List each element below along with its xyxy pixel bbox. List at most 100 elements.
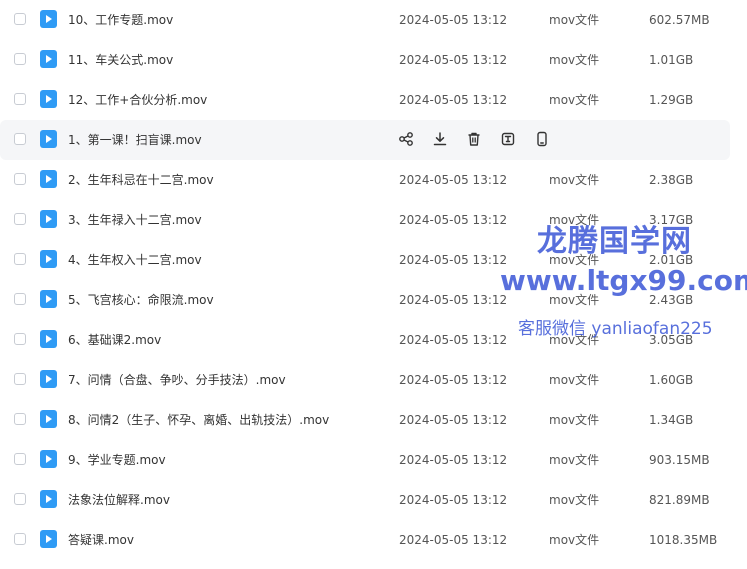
file-size: 1.60GB [649,373,694,387]
file-name[interactable]: 7、问情（合盘、争吵、分手技法）.mov [68,360,286,400]
file-type: mov文件 [549,173,600,187]
table-row[interactable]: 答疑课.mov 2024-05-05 13:12 mov文件 1018.35MB [0,520,730,560]
file-name[interactable]: 11、车关公式.mov [68,40,173,80]
file-date: 2024-05-05 13:12 [399,453,508,467]
video-file-icon [40,10,57,28]
file-date: 2024-05-05 13:12 [399,173,508,187]
file-type: mov文件 [549,453,600,467]
row-checkbox[interactable] [14,293,26,305]
video-file-icon [40,170,57,188]
file-size: 1.01GB [649,53,694,67]
file-name[interactable]: 1、第一课！扫盲课.mov [68,120,202,160]
file-name[interactable]: 6、基础课2.mov [68,320,161,360]
rename-icon[interactable] [500,131,516,147]
file-date: 2024-05-05 13:12 [399,253,508,267]
file-type: mov文件 [549,533,600,547]
row-checkbox[interactable] [14,13,26,25]
video-file-icon [40,290,57,308]
file-date: 2024-05-05 13:12 [399,93,508,107]
file-size: 3.17GB [649,213,694,227]
row-checkbox[interactable] [14,493,26,505]
file-name[interactable]: 3、生年禄入十二宫.mov [68,200,202,240]
table-row[interactable]: 12、工作+合伙分析.mov 2024-05-05 13:12 mov文件 1.… [0,80,730,120]
video-file-icon [40,490,57,508]
video-file-icon [40,50,57,68]
file-name[interactable]: 8、问情2（生子、怀孕、离婚、出轨技法）.mov [68,400,329,440]
file-name[interactable]: 10、工作专题.mov [68,0,173,40]
row-checkbox[interactable] [14,413,26,425]
delete-icon[interactable] [466,131,482,147]
row-checkbox[interactable] [14,253,26,265]
file-size: 1.29GB [649,93,694,107]
row-checkbox[interactable] [14,373,26,385]
file-type: mov文件 [549,213,600,227]
video-file-icon [40,410,57,428]
video-file-icon [40,530,57,548]
file-type: mov文件 [549,53,600,67]
video-file-icon [40,450,57,468]
table-row[interactable]: 9、学业专题.mov 2024-05-05 13:12 mov文件 903.15… [0,440,730,480]
file-size: 2.43GB [649,293,694,307]
file-type: mov文件 [549,13,600,27]
row-checkbox[interactable] [14,173,26,185]
table-row[interactable]: 法象法位解释.mov 2024-05-05 13:12 mov文件 821.89… [0,480,730,520]
file-date: 2024-05-05 13:12 [399,13,508,27]
video-file-icon [40,370,57,388]
file-type: mov文件 [549,253,600,267]
file-name[interactable]: 法象法位解释.mov [68,480,170,520]
video-file-icon [40,330,57,348]
file-size: 1.34GB [649,413,694,427]
file-date: 2024-05-05 13:12 [399,413,508,427]
file-size: 903.15MB [649,453,710,467]
download-icon[interactable] [432,131,448,147]
video-file-icon [40,90,57,108]
file-name[interactable]: 答疑课.mov [68,520,134,560]
row-checkbox[interactable] [14,133,26,145]
row-checkbox[interactable] [14,533,26,545]
file-date: 2024-05-05 13:12 [399,53,508,67]
video-file-icon [40,210,57,228]
file-type: mov文件 [549,373,600,387]
table-row[interactable]: 7、问情（合盘、争吵、分手技法）.mov 2024-05-05 13:12 mo… [0,360,730,400]
share-icon[interactable] [398,131,414,147]
file-type: mov文件 [549,293,600,307]
phone-icon[interactable] [534,131,550,147]
table-row[interactable]: 10、工作专题.mov 2024-05-05 13:12 mov文件 602.5… [0,0,730,40]
table-row[interactable]: 4、生年权入十二宫.mov 2024-05-05 13:12 mov文件 2.0… [0,240,730,280]
table-row[interactable]: 11、车关公式.mov 2024-05-05 13:12 mov文件 1.01G… [0,40,730,80]
table-row-hovered[interactable]: 1、第一课！扫盲课.mov [0,120,730,160]
file-size: 1018.35MB [649,533,718,547]
file-name[interactable]: 4、生年权入十二宫.mov [68,240,202,280]
file-size: 821.89MB [649,493,710,507]
table-row[interactable]: 2、生年科忌在十二宫.mov 2024-05-05 13:12 mov文件 2.… [0,160,730,200]
file-name[interactable]: 12、工作+合伙分析.mov [68,80,207,120]
file-type: mov文件 [549,333,600,347]
file-size: 3.05GB [649,333,694,347]
row-checkbox[interactable] [14,213,26,225]
row-checkbox[interactable] [14,93,26,105]
file-date: 2024-05-05 13:12 [399,373,508,387]
table-row[interactable]: 8、问情2（生子、怀孕、离婚、出轨技法）.mov 2024-05-05 13:1… [0,400,730,440]
video-file-icon [40,250,57,268]
file-name[interactable]: 9、学业专题.mov [68,440,166,480]
file-date: 2024-05-05 13:12 [399,493,508,507]
table-row[interactable]: 5、飞宫核心：命限流.mov 2024-05-05 13:12 mov文件 2.… [0,280,730,320]
video-file-icon [40,130,57,148]
row-actions [398,131,550,149]
table-row[interactable]: 3、生年禄入十二宫.mov 2024-05-05 13:12 mov文件 3.1… [0,200,730,240]
file-name[interactable]: 5、飞宫核心：命限流.mov [68,280,214,320]
file-size: 602.57MB [649,13,710,27]
file-size: 2.01GB [649,253,694,267]
file-date: 2024-05-05 13:12 [399,533,508,547]
file-name[interactable]: 2、生年科忌在十二宫.mov [68,160,214,200]
file-date: 2024-05-05 13:12 [399,333,508,347]
file-type: mov文件 [549,93,600,107]
file-date: 2024-05-05 13:12 [399,213,508,227]
file-type: mov文件 [549,413,600,427]
row-checkbox[interactable] [14,453,26,465]
row-checkbox[interactable] [14,53,26,65]
table-row[interactable]: 6、基础课2.mov 2024-05-05 13:12 mov文件 3.05GB [0,320,730,360]
file-size: 2.38GB [649,173,694,187]
row-checkbox[interactable] [14,333,26,345]
file-list: 10、工作专题.mov 2024-05-05 13:12 mov文件 602.5… [0,0,747,569]
